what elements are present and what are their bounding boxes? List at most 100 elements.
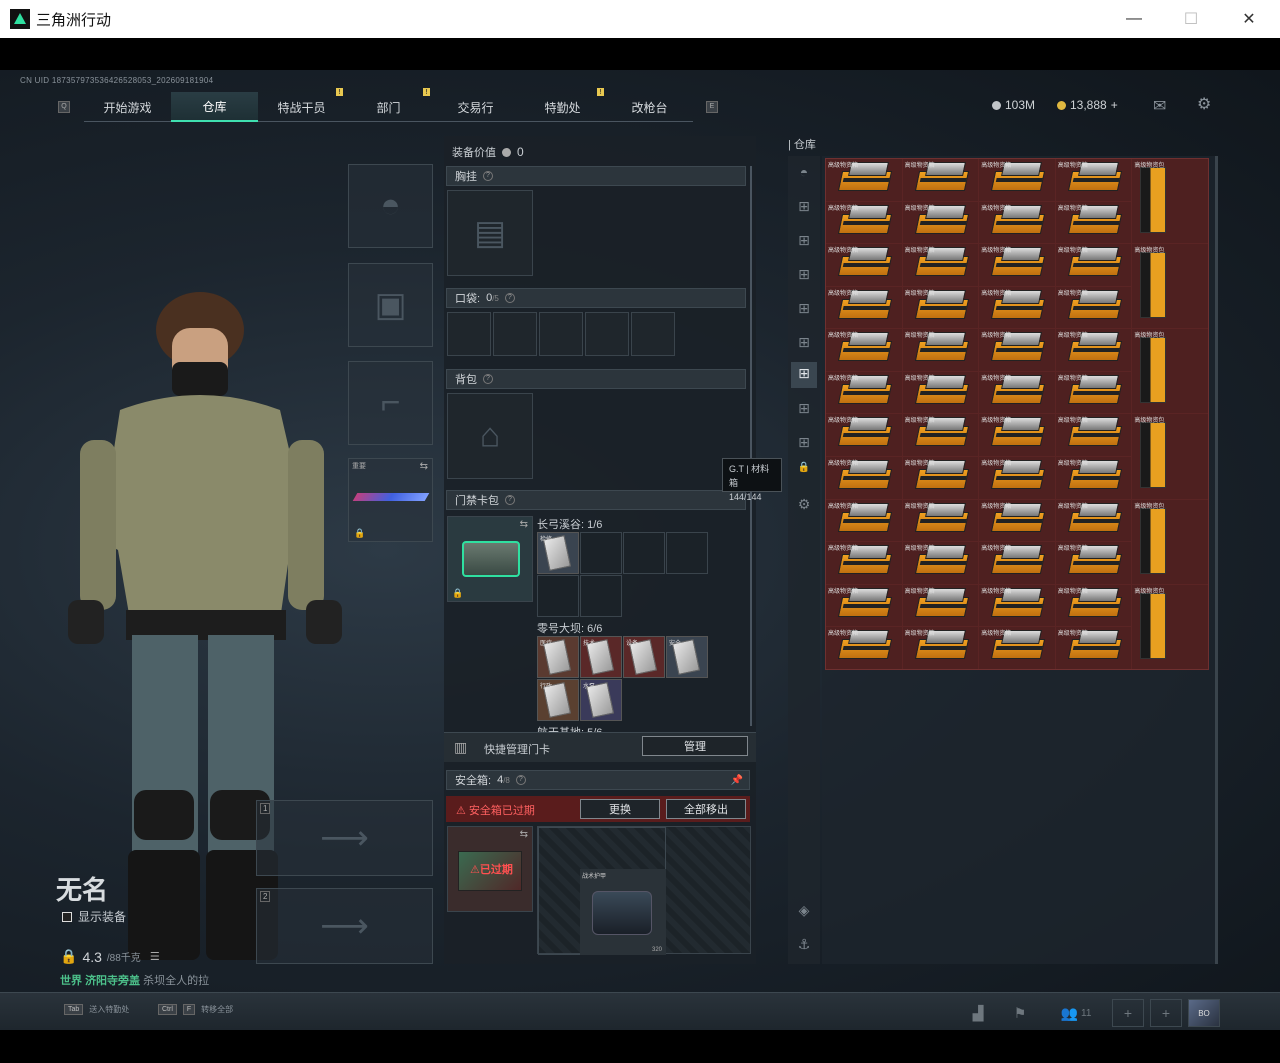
- safebox-item[interactable]: 战术护甲 320: [580, 869, 666, 955]
- warehouse-item-crate[interactable]: 高级物资箱: [979, 542, 1055, 584]
- warehouse-item-crate[interactable]: 高级物资箱: [1055, 244, 1132, 286]
- manage-button[interactable]: 管理: [642, 736, 748, 756]
- warehouse-tab-4-icon[interactable]: ⊞: [794, 300, 814, 320]
- pocket-slot[interactable]: [493, 312, 537, 356]
- warehouse-tab-5-icon[interactable]: ⊞: [794, 334, 814, 354]
- keycard-item[interactable]: 设备: [623, 636, 665, 678]
- tab-department[interactable]: 部门!: [345, 88, 432, 122]
- stats-chart-icon[interactable]: ▟: [962, 999, 994, 1027]
- tab-trade[interactable]: 交易行: [432, 92, 519, 122]
- flag-icon[interactable]: ⚑: [1004, 999, 1036, 1027]
- add-party-slot-button[interactable]: +: [1150, 999, 1182, 1027]
- warehouse-item-crate[interactable]: 高级物资箱: [979, 627, 1055, 669]
- warehouse-item-crate[interactable]: 高级物资箱: [826, 159, 902, 201]
- sort-icon[interactable]: ⚓: [794, 936, 814, 956]
- keycard-item[interactable]: 检修: [537, 532, 579, 574]
- warehouse-tab-1-icon[interactable]: ⊞: [794, 198, 814, 218]
- checkbox[interactable]: [62, 911, 72, 922]
- warehouse-tab-8-icon[interactable]: ⊞: [794, 434, 814, 454]
- warehouse-item-crate[interactable]: 高级物资箱: [1055, 414, 1132, 457]
- list-icon[interactable]: ☰: [150, 950, 160, 963]
- warehouse-item-crate[interactable]: 高级物资箱: [1055, 201, 1132, 244]
- warehouse-item-crate[interactable]: 高级物资箱: [1055, 329, 1132, 371]
- primary-weapon-slot[interactable]: 1 ⟶: [256, 800, 433, 876]
- warehouse-item-crate[interactable]: 高级物资箱: [826, 244, 902, 286]
- nav-prev-key[interactable]: Q: [58, 101, 70, 113]
- warehouse-item-crate[interactable]: 高级物资箱: [902, 499, 979, 542]
- help-icon[interactable]: ?: [483, 171, 493, 181]
- keycard-item[interactable]: 行政: [537, 679, 579, 721]
- tab-warehouse[interactable]: 仓库: [171, 92, 258, 122]
- warehouse-item-crate[interactable]: 高级物资箱: [902, 286, 979, 329]
- replace-button[interactable]: 更换: [580, 799, 660, 819]
- warehouse-tab-2-icon[interactable]: ⊞: [794, 232, 814, 252]
- keycard-item[interactable]: 水泵: [580, 679, 622, 721]
- settings-gear-icon[interactable]: ⚙: [1197, 94, 1211, 114]
- warehouse-item-crate[interactable]: 高级物资箱: [979, 286, 1055, 329]
- warehouse-item-crate[interactable]: 高级物资箱: [826, 414, 902, 457]
- warehouse-item-crate[interactable]: 高级物资箱: [979, 201, 1055, 244]
- warehouse-item-crate[interactable]: 高级物资箱: [902, 627, 979, 669]
- warehouse-item-crate[interactable]: 高级物资箱: [826, 627, 902, 669]
- warehouse-item-crate[interactable]: 高级物资箱: [1055, 627, 1132, 669]
- warehouse-item-crate[interactable]: 高级物资箱: [1055, 371, 1132, 414]
- maximize-button[interactable]: ☐: [1162, 0, 1220, 38]
- helmet-slot[interactable]: ◓: [348, 164, 433, 248]
- chat-line[interactable]: 世界 济阳寺旁盖 杀坝全人的拉: [60, 972, 209, 988]
- warehouse-tab-helmet-icon[interactable]: ◓: [794, 164, 814, 184]
- secondary-weapon-slot[interactable]: 2 ⟶: [256, 888, 433, 964]
- move-all-button[interactable]: 全部移出: [666, 799, 746, 819]
- hint-send-special[interactable]: Tab 送入特勤处: [64, 1004, 129, 1015]
- keycard-item[interactable]: 医疗: [537, 636, 579, 678]
- chest-rig-slot[interactable]: ▤: [447, 190, 533, 276]
- mail-icon[interactable]: ✉: [1153, 96, 1166, 116]
- show-equipment-toggle[interactable]: 显示装备: [62, 908, 126, 925]
- tab-gunsmith[interactable]: 改枪台: [606, 92, 693, 122]
- friends-icon[interactable]: 👥 11: [1054, 999, 1098, 1027]
- warehouse-item-crate[interactable]: 高级物资箱: [826, 457, 902, 499]
- minimize-button[interactable]: —: [1105, 0, 1163, 38]
- keycard-empty-cell[interactable]: [623, 532, 665, 574]
- keycard-item[interactable]: 安全: [666, 636, 708, 678]
- pocket-slot[interactable]: [631, 312, 675, 356]
- warehouse-item-crate[interactable]: 高级物资箱: [979, 244, 1055, 286]
- backpack-slot[interactable]: ⌂: [447, 393, 533, 479]
- keycard-empty-cell[interactable]: [666, 532, 708, 574]
- warehouse-item-crate[interactable]: 高级物资箱: [1055, 159, 1132, 201]
- warehouse-item-crate[interactable]: 高级物资箱: [826, 584, 902, 627]
- nav-next-key[interactable]: E: [706, 101, 718, 113]
- melee-slot[interactable]: 重要 ⇆ 🔒: [348, 458, 433, 542]
- pistol-slot[interactable]: ⌐: [348, 361, 433, 445]
- warehouse-item-crate[interactable]: 高级物资箱: [902, 159, 979, 201]
- warehouse-item-crate[interactable]: 高级物资箱: [1055, 499, 1132, 542]
- warehouse-item-crate[interactable]: 高级物资箱: [902, 457, 979, 499]
- warehouse-item-crate[interactable]: 高级物资箱: [826, 286, 902, 329]
- warehouse-item-crate[interactable]: 高级物资箱: [826, 499, 902, 542]
- warehouse-item-crate[interactable]: 高级物资箱: [826, 371, 902, 414]
- tab-special-ops[interactable]: 特勤处!: [519, 88, 606, 122]
- loadout-scrollbar[interactable]: [750, 166, 752, 726]
- gold-currency[interactable]: 13,888 +: [1057, 98, 1118, 112]
- pocket-slot[interactable]: [447, 312, 491, 356]
- add-party-slot-button[interactable]: +: [1112, 999, 1144, 1027]
- warehouse-item-crate[interactable]: 高级物资箱: [1055, 584, 1132, 627]
- pocket-slot[interactable]: [539, 312, 583, 356]
- pin-icon[interactable]: 📌: [731, 775, 743, 786]
- warehouse-tab-7-icon[interactable]: ⊞: [794, 400, 814, 420]
- help-icon[interactable]: ?: [515, 775, 526, 785]
- safebox-grid[interactable]: 战术护甲 320: [537, 826, 751, 955]
- help-icon[interactable]: ?: [505, 495, 515, 505]
- warehouse-item-bag[interactable]: 高级物资包: [1132, 329, 1208, 414]
- warehouse-tab-3-icon[interactable]: ⊞: [794, 266, 814, 286]
- close-button[interactable]: ✕: [1220, 0, 1278, 38]
- warehouse-item-bag[interactable]: 高级物资包: [1132, 584, 1208, 669]
- stack-layers-icon[interactable]: ◈: [794, 902, 814, 922]
- warehouse-item-crate[interactable]: 高级物资箱: [826, 201, 902, 244]
- warehouse-item-crate[interactable]: 高级物资箱: [902, 371, 979, 414]
- help-icon[interactable]: ?: [504, 293, 515, 303]
- warehouse-item-crate[interactable]: 高级物资箱: [979, 371, 1055, 414]
- swap-icon[interactable]: ⇆: [520, 519, 528, 530]
- warehouse-item-crate[interactable]: 高级物资箱: [826, 329, 902, 371]
- keycard-empty-cell[interactable]: [580, 532, 622, 574]
- warehouse-item-bag[interactable]: 高级物资包: [1132, 499, 1208, 584]
